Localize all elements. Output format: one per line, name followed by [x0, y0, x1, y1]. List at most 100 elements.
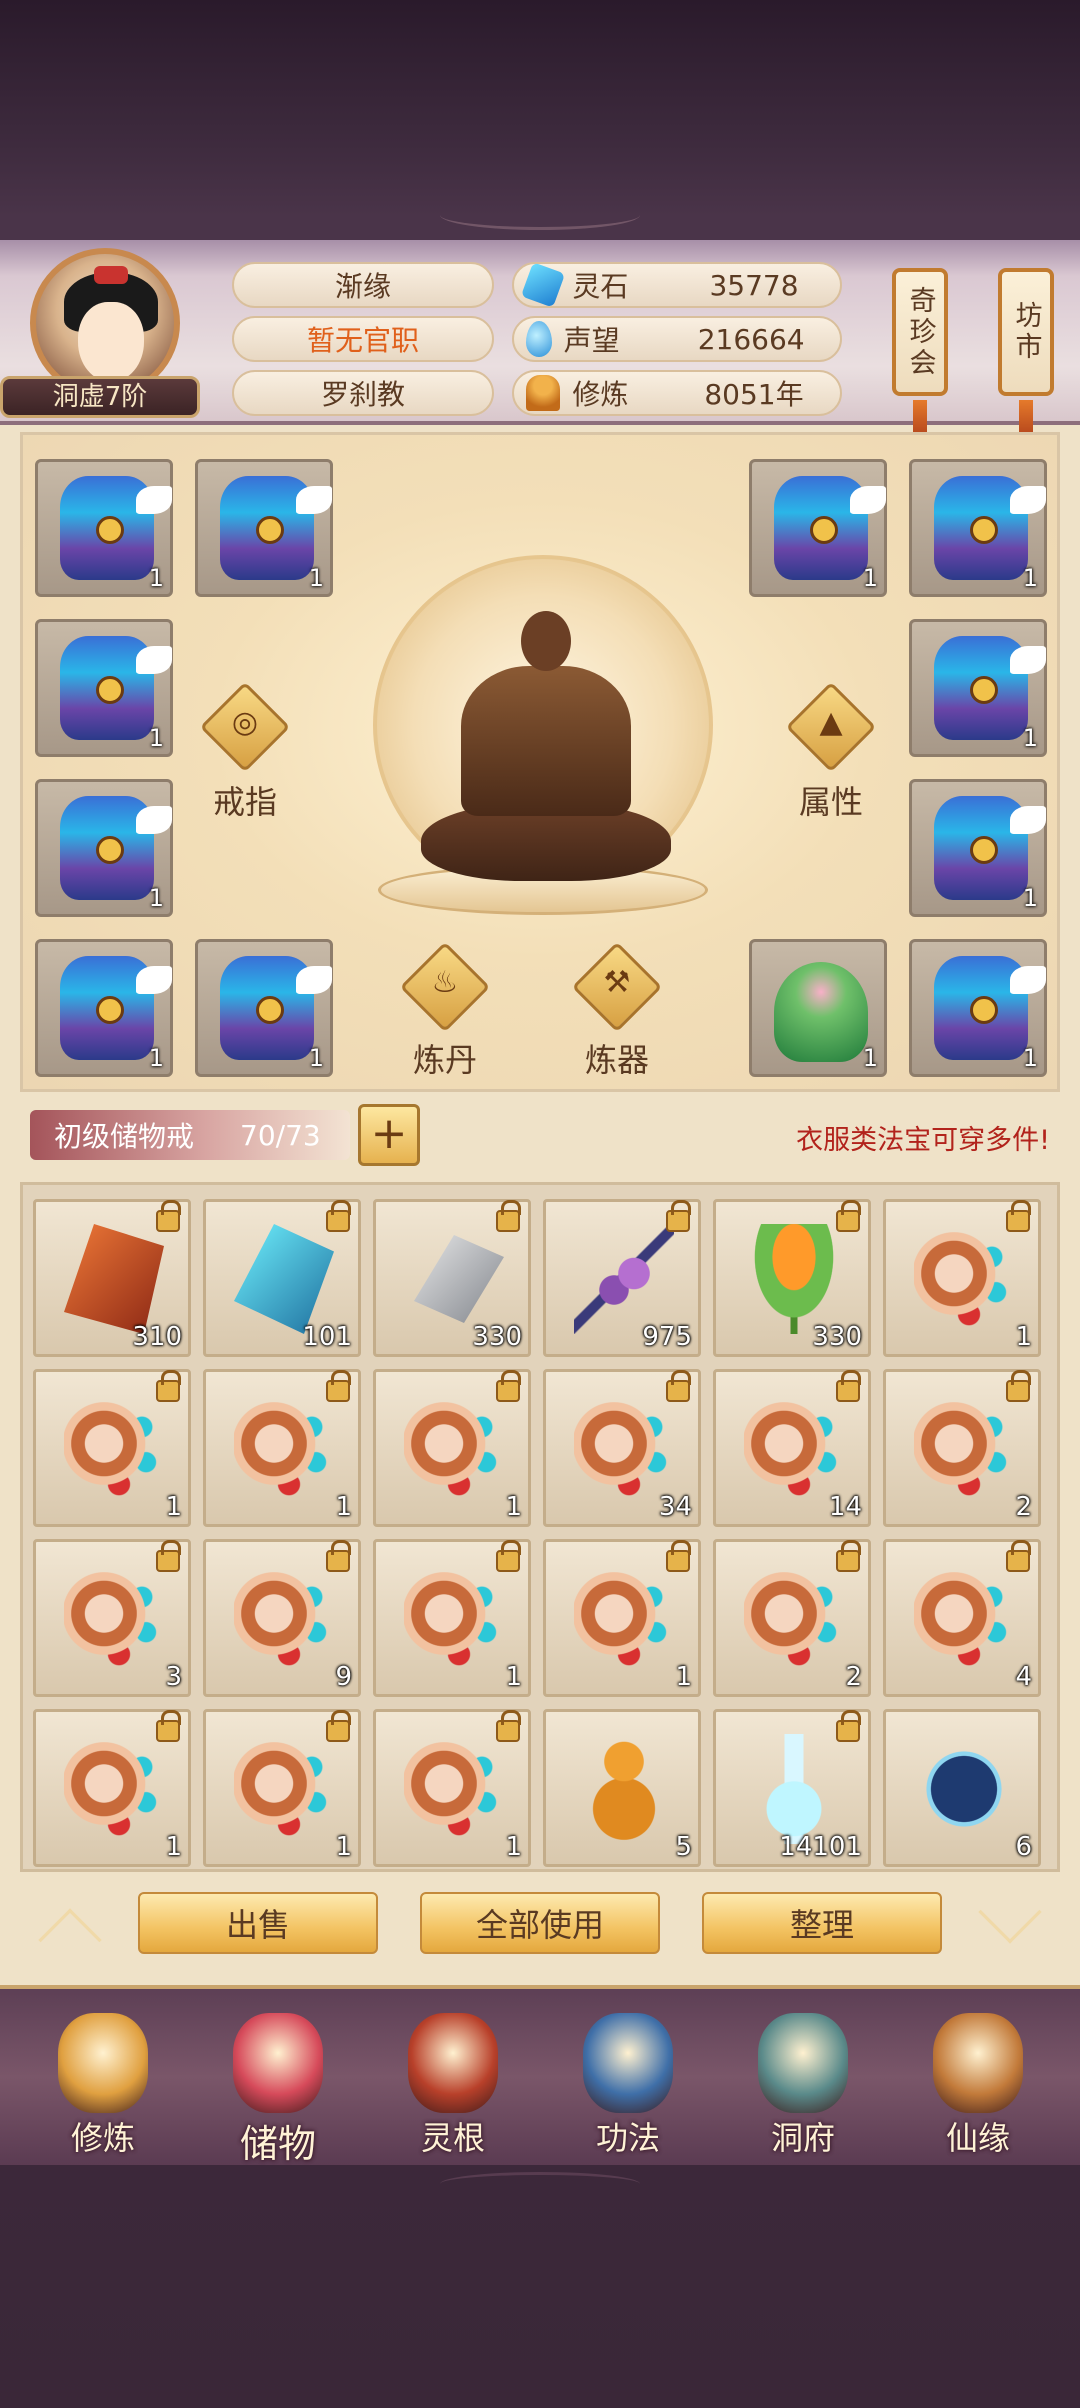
official-title[interactable]: 暂无官职 [232, 316, 494, 362]
nav-label: 修炼 [70, 2119, 135, 2157]
alchemy-button[interactable]: ♨ [399, 941, 491, 1033]
item-count: 1 [505, 1832, 522, 1862]
market-sign[interactable]: 坊市 [998, 268, 1054, 396]
item-count: 2 [845, 1662, 862, 1692]
item-count: 3 [165, 1662, 182, 1692]
forge-label[interactable]: 炼器 [557, 1035, 677, 1081]
inventory-item[interactable]: 4 [883, 1539, 1041, 1697]
item-count: 1 [862, 564, 878, 592]
avatar-crown [94, 266, 128, 284]
arrange-button[interactable]: 整理 [702, 1892, 942, 1954]
item-count: 1 [148, 1044, 164, 1072]
item-count: 34 [658, 1492, 692, 1522]
inventory-item[interactable]: 330 [373, 1199, 531, 1357]
lock-icon [666, 1540, 691, 1572]
inventory-item[interactable]: 3 [33, 1539, 191, 1697]
silver-ore-icon [414, 1235, 504, 1323]
inventory-item[interactable]: 9 [203, 1539, 361, 1697]
gourd-icon [574, 1734, 674, 1844]
inventory-item[interactable]: 2 [713, 1539, 871, 1697]
equip-slot[interactable]: 1 [749, 459, 887, 597]
nav-item[interactable]: 储物 [193, 1989, 363, 2169]
item-count: 9 [335, 1662, 352, 1692]
resource-label: 修炼 [572, 378, 629, 411]
nav-item[interactable]: 仙缘 [893, 1989, 1063, 2169]
item-count: 1 [675, 1662, 692, 1692]
sell-button[interactable]: 出售 [138, 1892, 378, 1954]
treasure-fair-sign[interactable]: 奇珍会 [892, 268, 948, 396]
figure-head [521, 611, 571, 671]
equip-slot[interactable]: 1 [909, 939, 1047, 1077]
inventory-item[interactable]: 1 [33, 1369, 191, 1527]
alchemy-label[interactable]: 炼丹 [385, 1035, 505, 1081]
nav-item[interactable]: 功法 [543, 1989, 713, 2169]
item-count: 1 [148, 884, 164, 912]
inventory-item[interactable]: 14101 [713, 1709, 871, 1867]
inventory-item[interactable]: 330 [713, 1199, 871, 1357]
bottom-nav: 修炼 储物 灵根 功法 洞府 仙缘 [0, 1985, 1080, 2166]
forge-button[interactable]: ⚒ [571, 941, 663, 1033]
inventory-item[interactable]: 1 [373, 1539, 531, 1697]
item-count: 1 [505, 1662, 522, 1692]
ring-label[interactable]: 戒指 [185, 777, 305, 823]
inventory-item[interactable]: 34 [543, 1369, 701, 1527]
lock-icon [156, 1370, 181, 1402]
inventory-item[interactable]: 310 [33, 1199, 191, 1357]
inventory-item[interactable]: 1 [543, 1539, 701, 1697]
gourd-icon [933, 2013, 1023, 2113]
item-count: 101 [302, 1322, 352, 1352]
inventory-item[interactable]: 1 [203, 1709, 361, 1867]
inventory-item[interactable]: 1 [373, 1369, 531, 1527]
equip-slot[interactable]: 1 [35, 619, 173, 757]
inventory-item[interactable]: 1 [33, 1709, 191, 1867]
nav-item[interactable]: 灵根 [368, 1989, 538, 2169]
ring-icon: ◎ [231, 705, 259, 740]
inventory-item[interactable]: 2 [883, 1369, 1041, 1527]
item-count: 4 [1015, 1662, 1032, 1692]
equip-slot[interactable]: 1 [195, 939, 333, 1077]
item-count: 1 [148, 564, 164, 592]
lock-icon [1006, 1370, 1031, 1402]
equip-slot[interactable]: 1 [909, 619, 1047, 757]
inventory-item[interactable]: 6 [883, 1709, 1041, 1867]
conch-icon [234, 1564, 334, 1674]
leaf-robe-icon [774, 962, 868, 1062]
inventory-item[interactable]: 1 [203, 1369, 361, 1527]
inventory-item[interactable]: 14 [713, 1369, 871, 1527]
inventory-grid[interactable]: 310 101 330 975 330 1 1 1 1 34 14 2 3 9 1 1 2 4 1 1 1 5 14101 6 [20, 1182, 1060, 1872]
inventory-item[interactable]: 1 [373, 1709, 531, 1867]
expand-storage-button[interactable]: + [358, 1104, 420, 1166]
inventory-item[interactable]: 975 [543, 1199, 701, 1357]
use-all-button[interactable]: 全部使用 [420, 1892, 660, 1954]
inventory-item[interactable]: 5 [543, 1709, 701, 1867]
lock-icon [496, 1200, 521, 1232]
inventory-item[interactable]: 1 [883, 1199, 1041, 1357]
conch-icon [744, 1394, 844, 1504]
monk-icon [58, 2013, 148, 2113]
attributes-button[interactable]: ▲ [785, 681, 877, 773]
sect-name[interactable]: 罗刹教 [232, 370, 494, 416]
nav-item[interactable]: 修炼 [18, 1989, 188, 2169]
equip-slot[interactable]: 1 [35, 459, 173, 597]
equip-slot[interactable]: 1 [749, 939, 887, 1077]
equip-slot[interactable]: 1 [909, 459, 1047, 597]
equip-slot[interactable]: 1 [35, 779, 173, 917]
inventory-item[interactable]: 101 [203, 1199, 361, 1357]
equip-slot[interactable]: 1 [909, 779, 1047, 917]
equip-slot[interactable]: 1 [195, 459, 333, 597]
nav-item[interactable]: 洞府 [718, 1989, 888, 2169]
figure-body [461, 666, 631, 816]
conch-icon [914, 1394, 1014, 1504]
hat-icon: ▲ [819, 705, 843, 740]
item-count: 1 [862, 1044, 878, 1072]
nav-label: 仙缘 [945, 2119, 1010, 2157]
lock-icon [496, 1370, 521, 1402]
equip-slot[interactable]: 1 [35, 939, 173, 1077]
item-count: 1 [1015, 1322, 1032, 1352]
ring-button[interactable]: ◎ [199, 681, 291, 773]
item-count: 975 [642, 1322, 692, 1352]
conch-icon [64, 1394, 164, 1504]
attributes-label[interactable]: 属性 [771, 777, 891, 823]
item-count: 1 [165, 1832, 182, 1862]
item-count: 14 [828, 1492, 862, 1522]
